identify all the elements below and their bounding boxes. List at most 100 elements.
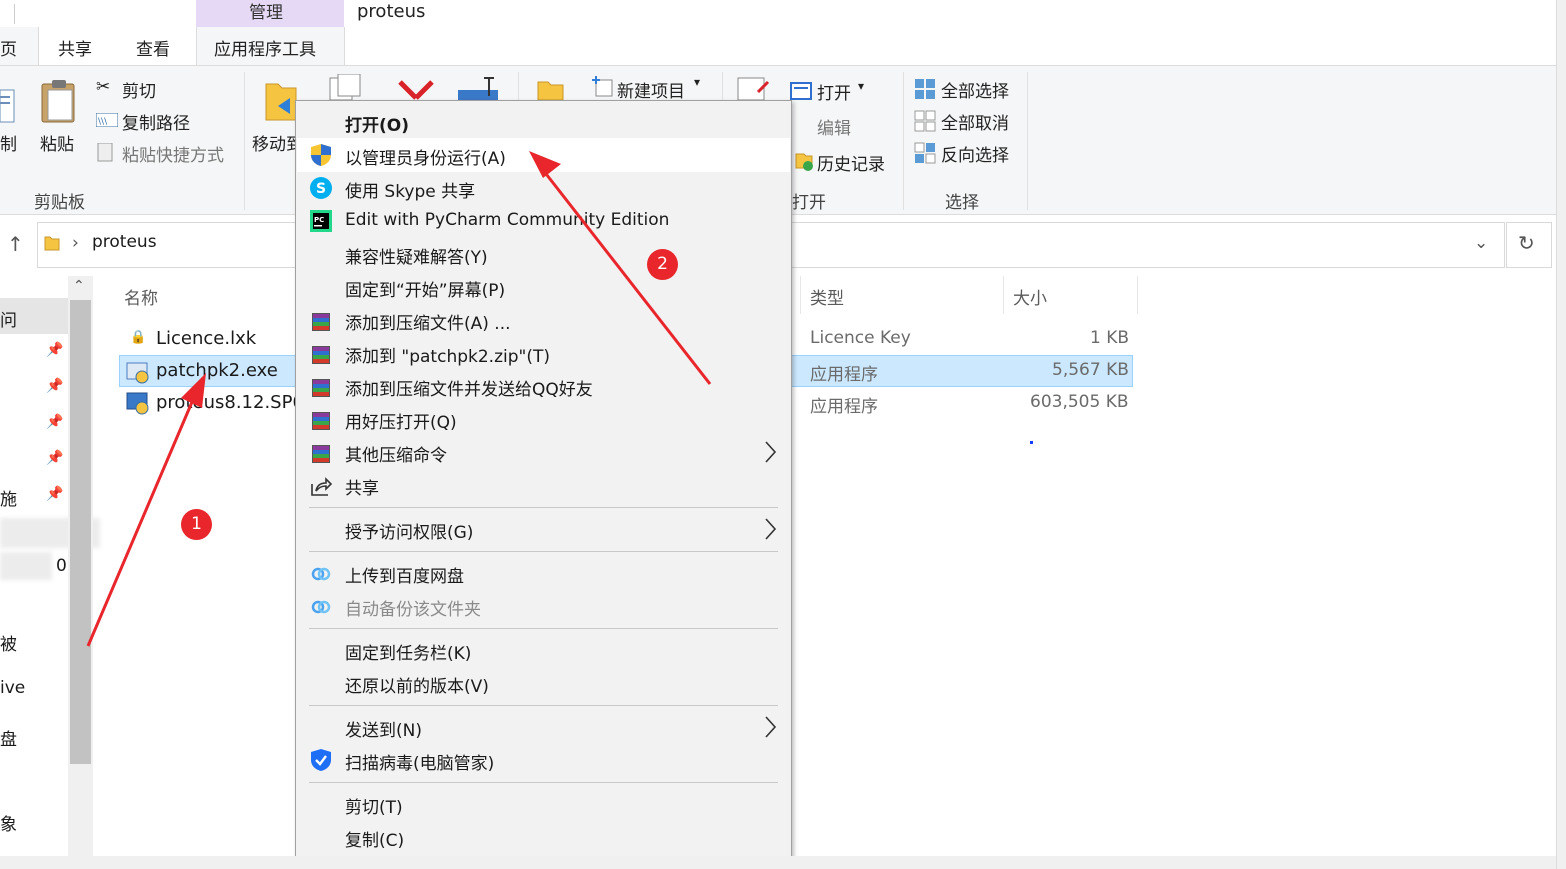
installer-file-icon — [126, 392, 149, 415]
file-type: 应用程序 — [810, 397, 878, 417]
invert-selection-button[interactable]: 反向选择 — [941, 141, 1009, 166]
tab-view[interactable]: 查看 — [136, 35, 170, 60]
menu-archive-send-qq[interactable]: 添加到压缩文件并发送给QQ好友 — [345, 375, 593, 400]
open-dropdown-icon[interactable]: ▾ — [858, 79, 864, 93]
file-name[interactable]: proteus8.12.SP0 — [156, 392, 304, 413]
paste-icon — [41, 80, 75, 123]
history-dropdown-icon[interactable]: ⌄ — [1474, 233, 1488, 253]
history-button[interactable]: 历史记录 — [817, 150, 885, 175]
nav-item-objects[interactable]: 象 — [0, 810, 17, 835]
menu-cut[interactable]: 剪切(T) — [345, 793, 403, 818]
refresh-icon[interactable]: ↻ — [1518, 231, 1535, 255]
pin-icon: 📌 — [46, 414, 64, 430]
file-type: Licence Key — [810, 328, 911, 348]
copy-path-button[interactable]: 复制路径 — [122, 109, 190, 134]
archive-icon — [312, 445, 330, 463]
column-separator[interactable] — [1137, 276, 1138, 314]
nav-item-5[interactable]: 施 — [0, 485, 17, 510]
pin-icon: 📌 — [46, 486, 64, 502]
paste-shortcut-button[interactable]: 粘贴快捷方式 — [122, 141, 224, 166]
menu-separator — [309, 551, 778, 552]
stray-dot — [1030, 441, 1033, 444]
menu-separator — [309, 782, 778, 783]
annotation-badge-1: 1 — [181, 509, 212, 540]
menu-send-to[interactable]: 发送到(N) — [345, 716, 422, 741]
new-item-button[interactable]: 新建项目 — [617, 77, 685, 102]
menu-upload-baidu[interactable]: 上传到百度网盘 — [345, 562, 464, 587]
scroll-up-icon[interactable]: ⌃ — [73, 278, 85, 294]
file-size: 5,567 KB — [1052, 360, 1129, 380]
tencent-pc-manager-icon — [311, 749, 331, 771]
baidu-netdisk-icon — [311, 600, 331, 614]
key-file-icon: 🔒 — [130, 330, 147, 345]
menu-share[interactable]: 共享 — [345, 474, 379, 499]
copy-to-icon — [329, 74, 361, 100]
folder-icon — [44, 236, 60, 251]
menu-open-haozip[interactable]: 用好压打开(Q) — [345, 408, 457, 433]
nav-item-quick-access[interactable]: 问 — [0, 306, 17, 331]
file-name[interactable]: patchpk2.exe — [156, 360, 278, 381]
new-folder-icon[interactable] — [536, 78, 566, 100]
nav-item-onedrive[interactable]: ive — [0, 678, 25, 698]
paste-button[interactable]: 粘贴 — [40, 130, 74, 155]
nav-item-drive[interactable]: 盘 — [0, 725, 17, 750]
column-header-name[interactable]: 名称 — [124, 284, 158, 309]
group-separator — [244, 72, 245, 210]
cut-button[interactable]: 剪切 — [122, 77, 156, 102]
delete-icon[interactable] — [396, 78, 436, 100]
up-arrow-icon[interactable]: ↑ — [7, 232, 24, 256]
breadcrumb-chevron-icon[interactable]: › — [72, 233, 79, 253]
submenu-chevron-icon — [765, 716, 777, 738]
tab-app-tools-label[interactable]: 应用程序工具 — [214, 35, 316, 60]
breadcrumb-folder[interactable]: proteus — [92, 232, 157, 252]
menu-add-zip[interactable]: 添加到 "patchpk2.zip"(T) — [345, 342, 550, 367]
nav-item-8[interactable]: 被 — [0, 630, 17, 655]
menu-edit-pycharm[interactable]: Edit with PyCharm Community Edition — [345, 210, 669, 230]
nav-item-6[interactable]: 0 — [56, 556, 67, 576]
file-type: 应用程序 — [810, 365, 878, 385]
select-all-icon — [915, 79, 935, 99]
menu-skype-share[interactable]: 使用 Skype 共享 — [345, 177, 475, 202]
menu-scan-virus[interactable]: 扫描病毒(电脑管家) — [345, 749, 494, 774]
nav-scroll-thumb[interactable] — [70, 300, 91, 764]
menu-separator — [309, 628, 778, 629]
baidu-netdisk-icon — [311, 567, 331, 581]
menu-pin-taskbar[interactable]: 固定到任务栏(K) — [345, 639, 471, 664]
select-none-button[interactable]: 全部取消 — [941, 109, 1009, 134]
menu-compat-troubleshoot[interactable]: 兼容性疑难解答(Y) — [345, 243, 488, 268]
column-separator[interactable] — [1003, 276, 1004, 314]
menu-run-as-admin[interactable]: 以管理员身份运行(A) — [345, 144, 506, 169]
menu-copy[interactable]: 复制(C) — [345, 826, 404, 851]
menu-pin-start[interactable]: 固定到“开始”屏幕(P) — [345, 276, 505, 301]
select-all-button[interactable]: 全部选择 — [941, 77, 1009, 102]
column-separator[interactable] — [800, 276, 801, 314]
svg-text:PC: PC — [314, 216, 324, 224]
menu-restore-versions[interactable]: 还原以前的版本(V) — [345, 672, 489, 697]
column-header-size[interactable]: 大小 — [1013, 284, 1047, 309]
svg-text:S: S — [316, 181, 326, 197]
tab-share[interactable]: 共享 — [58, 35, 92, 60]
new-item-dropdown-icon[interactable]: ▾ — [694, 75, 700, 89]
title-separator — [14, 4, 15, 24]
tab-home-label[interactable]: 页 — [0, 35, 17, 60]
open-button[interactable]: 打开 — [817, 79, 851, 104]
window-title: proteus — [357, 1, 426, 22]
menu-grant-access[interactable]: 授予访问权限(G) — [345, 518, 473, 543]
file-name[interactable]: Licence.lxk — [156, 328, 256, 349]
uac-shield-icon — [311, 144, 331, 166]
copy-button[interactable]: 制 — [0, 130, 17, 155]
archive-icon — [312, 412, 330, 430]
select-none-icon — [914, 110, 936, 132]
rename-icon[interactable] — [456, 76, 502, 100]
menu-auto-backup: 自动备份该文件夹 — [345, 600, 481, 620]
cut-icon[interactable]: ✂ — [96, 77, 110, 97]
copy-path-icon: \\\ — [96, 113, 118, 127]
menu-open[interactable]: 打开(O) — [345, 111, 409, 136]
edit-button[interactable]: 编辑 — [817, 114, 851, 139]
exe-file-icon — [126, 362, 149, 384]
column-header-type[interactable]: 类型 — [810, 284, 844, 309]
file-size: 1 KB — [1090, 328, 1130, 348]
properties-icon[interactable] — [736, 76, 772, 100]
menu-other-compress[interactable]: 其他压缩命令 — [345, 441, 447, 466]
menu-add-archive[interactable]: 添加到压缩文件(A) ... — [345, 309, 511, 334]
